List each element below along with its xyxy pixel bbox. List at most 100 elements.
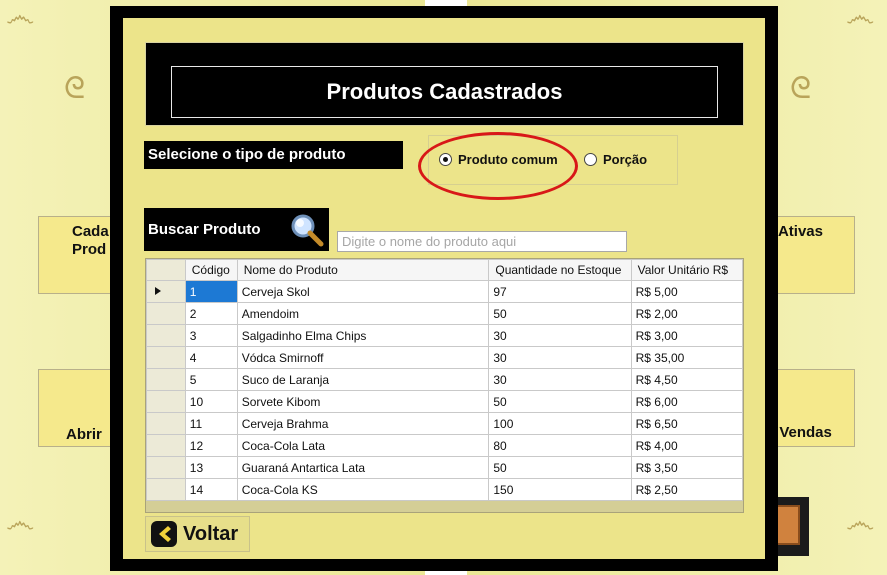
row-header[interactable] — [146, 434, 186, 457]
cell-valor[interactable]: R$ 2,00 — [630, 302, 744, 325]
cell-codigo[interactable]: 5 — [184, 368, 238, 391]
column-header-codigo[interactable]: Código — [184, 259, 238, 281]
cell-codigo[interactable]: 13 — [184, 456, 238, 479]
cell-quantidade[interactable]: 100 — [488, 412, 632, 435]
back-button-label: Voltar — [183, 522, 239, 545]
table-row[interactable]: 2 Amendoim 50 R$ 2,00 — [146, 302, 744, 325]
cell-nome[interactable]: Coca-Cola KS — [236, 478, 490, 501]
table-header-row: Código Nome do Produto Quantidade no Est… — [146, 259, 744, 281]
row-header[interactable] — [146, 368, 186, 391]
cell-codigo[interactable]: 11 — [184, 412, 238, 435]
cell-codigo[interactable]: 4 — [184, 346, 238, 369]
cell-codigo[interactable]: 10 — [184, 390, 238, 413]
cell-nome[interactable]: Coca-Cola Lata — [236, 434, 490, 457]
cell-quantidade[interactable]: 150 — [488, 478, 632, 501]
cell-codigo[interactable]: 14 — [184, 478, 238, 501]
cell-quantidade[interactable]: 30 — [488, 368, 632, 391]
cell-nome[interactable]: Amendoim — [236, 302, 490, 325]
background-tile-label: Abrir — [66, 426, 102, 443]
row-header[interactable] — [146, 478, 186, 501]
background-tile-ativas[interactable]: s Ativas — [765, 216, 855, 294]
cell-quantidade[interactable]: 50 — [488, 456, 632, 479]
radio-selected-indicator — [439, 153, 452, 166]
column-header-quantidade[interactable]: Quantidade no Estoque — [488, 259, 632, 281]
column-header-valor[interactable]: Valor Unitário R$ — [630, 259, 744, 281]
cell-valor[interactable]: R$ 35,00 — [630, 346, 744, 369]
cell-nome[interactable]: Guaraná Antartica Lata — [236, 456, 490, 479]
table-row[interactable]: 11 Cerveja Brahma 100 R$ 6,50 — [146, 412, 744, 435]
background-tile-cadastrar[interactable]: Cada Prod — [38, 216, 118, 294]
title-banner: Produtos Cadastrados — [145, 42, 744, 126]
flourish-ornament: ෴ — [6, 505, 35, 540]
cell-valor[interactable]: R$ 3,00 — [630, 324, 744, 347]
product-type-radio-group: Produto comum Porção — [428, 135, 678, 185]
cell-quantidade[interactable]: 30 — [488, 324, 632, 347]
cell-valor[interactable]: R$ 4,00 — [630, 434, 744, 457]
background-tile-label: Cada Prod — [72, 223, 109, 258]
back-button[interactable]: Voltar — [145, 516, 250, 552]
flourish-ornament: ᘓ — [790, 71, 812, 106]
cell-quantidade[interactable]: 50 — [488, 390, 632, 413]
table-row[interactable]: 5 Suco de Laranja 30 R$ 4,50 — [146, 368, 744, 391]
column-header-nome[interactable]: Nome do Produto — [236, 259, 490, 281]
products-table-container: Código Nome do Produto Quantidade no Est… — [145, 258, 744, 513]
cell-quantidade[interactable]: 30 — [488, 346, 632, 369]
row-header[interactable] — [146, 302, 186, 325]
cell-valor[interactable]: R$ 6,00 — [630, 390, 744, 413]
radio-label: Produto comum — [458, 152, 558, 167]
page-title: Produtos Cadastrados — [171, 66, 718, 118]
products-dialog: Produtos Cadastrados Selecione o tipo de… — [110, 6, 778, 571]
table-row[interactable]: 13 Guaraná Antartica Lata 50 R$ 3,50 — [146, 456, 744, 479]
row-header[interactable] — [146, 390, 186, 413]
row-header[interactable] — [146, 324, 186, 347]
row-header[interactable] — [146, 456, 186, 479]
background-tile-abrir[interactable]: Abrir — [38, 369, 118, 447]
dialog-body: Produtos Cadastrados Selecione o tipo de… — [123, 18, 765, 559]
cell-nome[interactable]: Salgadinho Elma Chips — [236, 324, 490, 347]
cell-valor[interactable]: R$ 6,50 — [630, 412, 744, 435]
search-label: Buscar Produto — [148, 221, 261, 238]
cell-quantidade[interactable]: 50 — [488, 302, 632, 325]
current-row-arrow-icon — [155, 286, 161, 295]
radio-porcao[interactable]: Porção — [584, 152, 647, 167]
cell-valor[interactable]: R$ 5,00 — [630, 280, 744, 303]
table-row[interactable]: 3 Salgadinho Elma Chips 30 R$ 3,00 — [146, 324, 744, 347]
cell-valor[interactable]: R$ 4,50 — [630, 368, 744, 391]
cell-codigo[interactable]: 12 — [184, 434, 238, 457]
row-header[interactable] — [146, 412, 186, 435]
cell-nome[interactable]: Cerveja Skol — [236, 280, 490, 303]
row-header-corner — [146, 259, 186, 281]
search-icon[interactable] — [289, 212, 325, 248]
table-row[interactable]: 12 Coca-Cola Lata 80 R$ 4,00 — [146, 434, 744, 457]
cell-nome[interactable]: Cerveja Brahma — [236, 412, 490, 435]
radio-indicator — [584, 153, 597, 166]
cell-nome[interactable]: Vódca Smirnoff — [236, 346, 490, 369]
cell-quantidade[interactable]: 80 — [488, 434, 632, 457]
table-row[interactable]: 10 Sorvete Kibom 50 R$ 6,00 — [146, 390, 744, 413]
table-row[interactable]: 1 Cerveja Skol 97 R$ 5,00 — [146, 280, 744, 303]
row-header[interactable] — [146, 280, 186, 303]
cell-nome[interactable]: Sorvete Kibom — [236, 390, 490, 413]
cell-valor[interactable]: R$ 3,50 — [630, 456, 744, 479]
cell-codigo[interactable]: 1 — [184, 280, 238, 303]
background-tile-vendas[interactable]: o Vendas — [765, 369, 855, 447]
table-body: 1 Cerveja Skol 97 R$ 5,00 2 Amendoim 50 R$ 2,00… — [146, 280, 744, 501]
flourish-ornament: ෴ — [6, 0, 35, 34]
radio-produto-comum[interactable]: Produto comum — [439, 152, 558, 167]
table-row[interactable]: 14 Coca-Cola KS 150 R$ 2,50 — [146, 478, 744, 501]
table-row[interactable]: 4 Vódca Smirnoff 30 R$ 35,00 — [146, 346, 744, 369]
radio-label: Porção — [603, 152, 648, 167]
cell-nome[interactable]: Suco de Laranja — [236, 368, 490, 391]
search-input[interactable] — [337, 231, 627, 252]
row-header[interactable] — [146, 346, 186, 369]
cell-codigo[interactable]: 3 — [184, 324, 238, 347]
flourish-ornament: ᘓ — [64, 71, 86, 106]
cell-valor[interactable]: R$ 2,50 — [630, 478, 744, 501]
search-label-box: Buscar Produto — [144, 208, 329, 251]
products-table: Código Nome do Produto Quantidade no Est… — [146, 259, 744, 501]
flourish-ornament: ෴ — [846, 505, 875, 540]
back-arrow-icon — [151, 521, 177, 547]
cell-quantidade[interactable]: 97 — [488, 280, 632, 303]
cell-codigo[interactable]: 2 — [184, 302, 238, 325]
flourish-ornament: ෴ — [846, 0, 875, 34]
